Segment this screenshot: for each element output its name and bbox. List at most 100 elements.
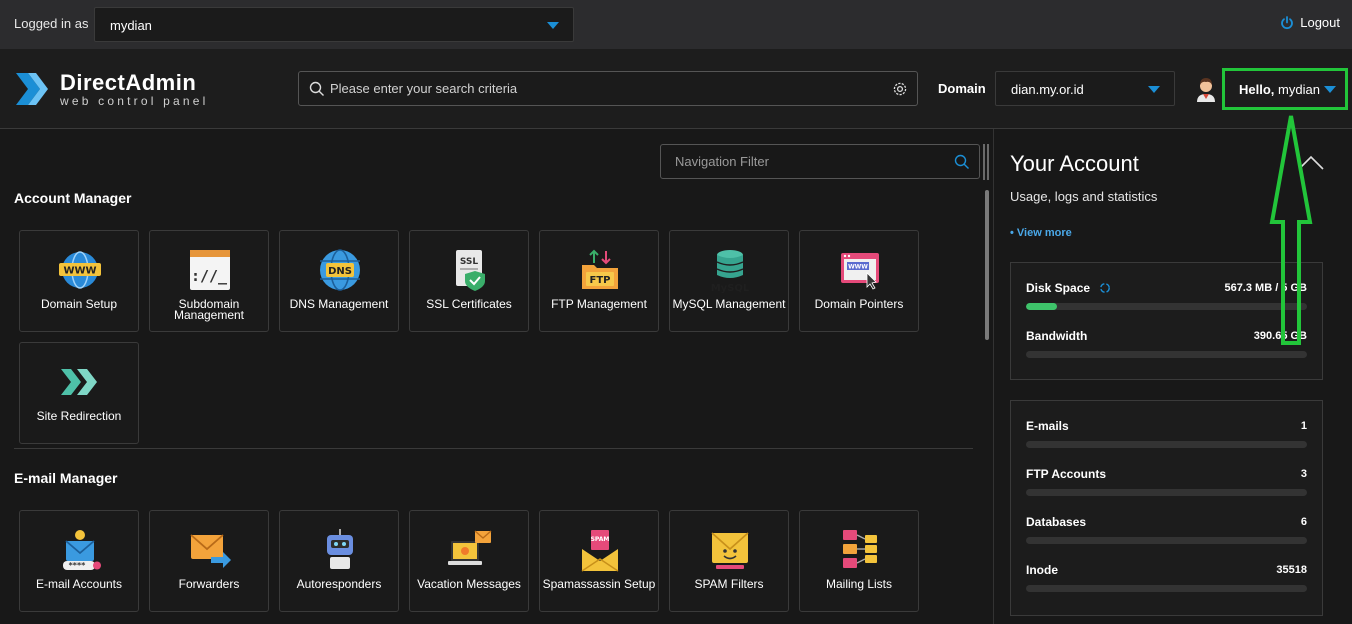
stat-ftp-accounts: FTP Accounts 3 [1026,467,1307,507]
tile-domain-setup[interactable]: WWW Domain Setup [19,230,139,332]
logout-label: Logout [1300,15,1340,30]
tile-subdomain-management[interactable]: ://_ Subdomain Management [149,230,269,332]
svg-text:WWW: WWW [848,264,868,271]
search-icon [954,154,969,169]
redirect-arrows-icon [61,369,97,395]
tile-site-redirection[interactable]: Site Redirection [19,342,139,444]
chevron-down-icon [1324,86,1336,93]
logo-subtitle: web control panel [60,93,209,108]
section-divider [14,448,973,449]
tile-label: DNS Management [289,297,389,311]
avatar[interactable] [1195,76,1217,102]
usage-bar [1026,537,1307,544]
search-input[interactable] [330,72,880,105]
stat-name: E-mails [1026,419,1069,433]
stat-value: 6 [1300,516,1307,528]
svg-text:SSL: SSL [460,257,479,267]
stat-name: Inode [1026,563,1058,577]
tile-mysql-management[interactable]: MySQL MySQL Management [669,230,789,332]
robot-icon [327,529,353,569]
user-menu-button[interactable]: Hello, mydian [1222,68,1348,110]
tile-label: Spamassassin Setup [542,577,656,591]
tile-spamassassin-setup[interactable]: SPAM Spamassassin Setup [539,510,659,612]
svg-text:****: **** [69,561,87,570]
terminal-window-icon: ://_ [190,250,230,290]
hello-text: Hello, mydian [1239,82,1320,97]
domain-select[interactable]: dian.my.or.id [995,71,1175,106]
stat-disk-space: Disk Space 567.3 MB / 5 GB [1026,281,1307,321]
usage-bar [1026,303,1307,310]
refresh-icon[interactable] [1099,282,1111,294]
svg-text:://_: ://_ [191,267,228,285]
user-select[interactable]: mydian [94,7,574,42]
scrollbar-thumb[interactable] [985,190,989,340]
stat-value: 3 [1300,468,1307,480]
panel-separator [993,129,994,624]
tile-vacation-messages[interactable]: Vacation Messages [409,510,529,612]
tile-autoresponders[interactable]: Autoresponders [279,510,399,612]
dns-globe-icon: DNS [320,249,360,291]
stat-value: 1 [1300,420,1307,432]
tile-mailing-lists[interactable]: Mailing Lists [799,510,919,612]
tile-label: SPAM Filters [694,577,764,591]
tile-forwarders[interactable]: Forwarders [149,510,269,612]
tile-ssl-certificates[interactable]: SSL SSL Certificates [409,230,529,332]
scrollbar-grip[interactable] [982,144,992,180]
tile-label: Domain Setup [40,297,118,311]
logged-in-label: Logged in as [14,16,89,31]
logout-button[interactable]: Logout [1280,15,1340,30]
power-icon [1281,15,1294,29]
www-globe-icon: WWW [59,251,101,289]
gear-icon[interactable] [892,81,908,97]
chevron-down-icon [1148,86,1160,93]
section-title-account-manager: Account Manager [14,190,132,206]
tile-label: Forwarders [178,577,240,591]
tile-domain-pointers[interactable]: WWW Domain Pointers [799,230,919,332]
tile-label: Domain Pointers [814,297,904,311]
navigation-filter[interactable] [660,144,980,179]
stat-inode: Inode 35518 [1026,563,1307,603]
envelope-forward-icon [190,534,231,568]
tile-dns-management[interactable]: DNS DNS Management [279,230,399,332]
stat-name: FTP Accounts [1026,467,1107,481]
header: DirectAdmin web control panel Domain dia… [0,49,1352,129]
usage-bar [1026,351,1307,358]
spam-envelope-icon: SPAM [581,530,619,572]
stat-bandwidth: Bandwidth 390.65 GB [1026,329,1307,369]
top-bar: Logged in as mydian Logout [0,0,1352,49]
tile-label: Autoresponders [296,577,382,591]
tile-ftp-management[interactable]: FTP FTP Management [539,230,659,332]
account-subtitle: Usage, logs and statistics [1010,189,1158,204]
database-icon: MySQL [711,250,750,293]
chevron-down-icon [547,22,559,29]
search-box[interactable] [298,71,918,106]
stat-emails: E-mails 1 [1026,419,1307,459]
svg-text:SPAM: SPAM [591,536,610,543]
domain-label: Domain [938,81,986,96]
annotation-arrow-icon [1269,115,1313,345]
navigation-filter-input[interactable] [675,145,945,178]
user-select-value: mydian [110,18,152,33]
tile-email-accounts[interactable]: **** E-mail Accounts [19,510,139,612]
email-account-icon: **** [63,530,101,570]
svg-text:MySQL: MySQL [711,283,750,293]
tile-label: Vacation Messages [417,577,521,591]
view-more-link[interactable]: • View more [1010,227,1072,239]
account-title: Your Account [1010,151,1139,176]
tile-label: FTP Management [551,297,647,311]
logo-title: DirectAdmin [60,69,197,95]
smiley-envelope-icon [711,532,749,569]
stat-name: Databases [1026,515,1087,529]
browser-pointer-icon: WWW [841,253,879,290]
logo[interactable]: DirectAdmin web control panel [14,69,208,109]
tile-spam-filters[interactable]: SPAM Filters [669,510,789,612]
stat-name: Bandwidth [1026,329,1088,343]
tile-label: Site Redirection [36,409,122,423]
usage-bar [1026,489,1307,496]
svg-text:DNS: DNS [328,266,352,277]
directadmin-logo-icon [16,73,48,105]
tile-label: E-mail Accounts [35,577,123,591]
tile-label: Mailing Lists [825,577,893,591]
section-title-email-manager: E-mail Manager [14,470,118,486]
counts-card: E-mails 1 FTP Accounts 3 Databases 6 Ino… [1010,400,1323,616]
